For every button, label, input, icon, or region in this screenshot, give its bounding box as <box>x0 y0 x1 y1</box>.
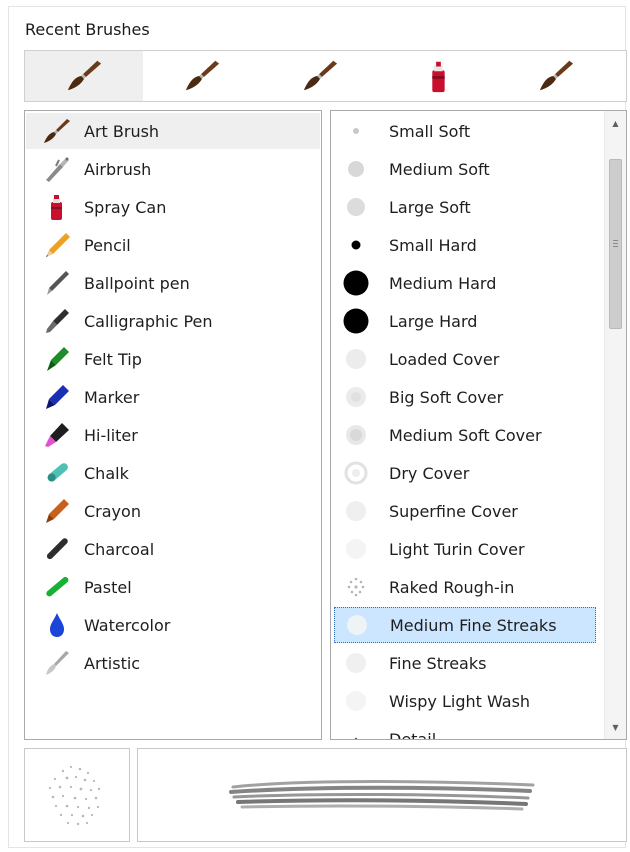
chalk-icon <box>40 456 74 490</box>
category-item-marker[interactable]: Marker <box>26 379 320 415</box>
brush-tip-preview <box>334 189 378 225</box>
variant-item-large-soft[interactable]: Large Soft <box>334 189 596 225</box>
variant-item-large-hard[interactable]: Large Hard <box>334 303 596 339</box>
variant-item-superfine-cover[interactable]: Superfine Cover <box>334 493 596 529</box>
variant-item-wispy-light-wash[interactable]: Wispy Light Wash <box>334 683 596 719</box>
art-brush-icon <box>40 114 74 148</box>
brush-tip-preview <box>334 721 378 739</box>
brush-tip-preview <box>334 341 378 377</box>
scroll-thumb[interactable] <box>609 159 622 329</box>
brush-tip-preview <box>334 645 378 681</box>
brush-tip-preview <box>334 303 378 339</box>
brush-tip-preview <box>335 607 379 643</box>
category-item-chalk[interactable]: Chalk <box>26 455 320 491</box>
calligraphic-pen-icon <box>40 304 74 338</box>
brush-tip-preview <box>334 113 378 149</box>
brush-tip-preview <box>334 151 378 187</box>
brush-tip-preview <box>334 227 378 263</box>
variant-item-small-hard[interactable]: Small Hard <box>334 227 596 263</box>
scroll-down-icon[interactable]: ▼ <box>605 717 626 737</box>
category-item-watercolor[interactable]: Watercolor <box>26 607 320 643</box>
art-brush-icon <box>185 60 220 91</box>
category-item-calligraphic-pen[interactable]: Calligraphic Pen <box>26 303 320 339</box>
variant-item-loaded-cover[interactable]: Loaded Cover <box>334 341 596 377</box>
category-item-spray-can[interactable]: Spray Can <box>26 189 320 225</box>
variant-item-fine-streaks[interactable]: Fine Streaks <box>334 645 596 681</box>
brush-tip-preview <box>334 417 378 453</box>
hi-liter-icon <box>40 418 74 452</box>
brush-tip-preview <box>334 265 378 301</box>
variant-item-dry-cover[interactable]: Dry Cover <box>334 455 596 491</box>
crayon-icon <box>40 494 74 528</box>
variant-item-medium-fine-streaks[interactable]: Medium Fine Streaks <box>334 607 596 643</box>
brush-tip-preview-pane <box>24 748 130 842</box>
ballpoint-pen-icon <box>40 266 74 300</box>
category-item-artistic[interactable]: Artistic <box>26 645 320 681</box>
brush-stroke-preview-pane <box>137 748 627 842</box>
recent-brush-slot[interactable] <box>497 51 615 101</box>
variant-item-medium-hard[interactable]: Medium Hard <box>334 265 596 301</box>
brush-category-list[interactable]: Art Brush Airbrush Spray Can Pencil Ball… <box>24 110 322 740</box>
brush-tip-preview <box>334 683 378 719</box>
recent-brush-slot[interactable] <box>379 51 497 101</box>
category-item-felt-tip[interactable]: Felt Tip <box>26 341 320 377</box>
brush-tip-preview <box>334 455 378 491</box>
brush-tip-preview <box>334 531 378 567</box>
category-item-pencil[interactable]: Pencil <box>26 227 320 263</box>
category-item-ballpoint-pen[interactable]: Ballpoint pen <box>26 265 320 301</box>
category-item-hi-liter[interactable]: Hi-liter <box>26 417 320 453</box>
variant-item-medium-soft-cover[interactable]: Medium Soft Cover <box>334 417 596 453</box>
pencil-icon <box>40 228 74 262</box>
variant-item-raked-rough-in[interactable]: Raked Rough-in <box>334 569 596 605</box>
art-brush-icon <box>539 60 574 91</box>
brush-tip-preview <box>334 493 378 529</box>
category-item-airbrush[interactable]: Airbrush <box>26 151 320 187</box>
charcoal-icon <box>40 532 74 566</box>
recent-brushes-bar <box>24 50 627 102</box>
category-item-charcoal[interactable]: Charcoal <box>26 531 320 567</box>
felt-tip-icon <box>40 342 74 376</box>
variant-scrollbar[interactable]: ▲ ▼ <box>604 111 626 739</box>
variant-item-light-turin-cover[interactable]: Light Turin Cover <box>334 531 596 567</box>
recent-brush-slot[interactable] <box>143 51 261 101</box>
variant-item-detail[interactable]: Detail <box>334 721 596 739</box>
airbrush-icon <box>40 152 74 186</box>
variant-item-medium-soft[interactable]: Medium Soft <box>334 151 596 187</box>
recent-brushes-title: Recent Brushes <box>25 20 150 39</box>
category-item-crayon[interactable]: Crayon <box>26 493 320 529</box>
brush-variant-list[interactable]: Small Soft Medium Soft Large Soft Small … <box>330 110 627 740</box>
category-item-art-brush[interactable]: Art Brush <box>26 113 320 149</box>
art-brush-icon <box>67 60 102 91</box>
grip-icon <box>613 240 618 249</box>
marker-icon <box>40 380 74 414</box>
spray-can-icon <box>432 61 445 93</box>
brush-tip-preview <box>334 569 378 605</box>
artistic-icon <box>40 646 74 680</box>
category-item-pastel[interactable]: Pastel <box>26 569 320 605</box>
brush-stroke-preview <box>229 780 535 811</box>
recent-brush-slot[interactable] <box>25 51 143 101</box>
recent-brush-slot[interactable] <box>261 51 379 101</box>
art-brush-icon <box>303 60 338 91</box>
variant-item-big-soft-cover[interactable]: Big Soft Cover <box>334 379 596 415</box>
pastel-icon <box>40 570 74 604</box>
variant-item-small-soft[interactable]: Small Soft <box>334 113 596 149</box>
brush-dab-preview <box>48 765 101 826</box>
watercolor-icon <box>40 608 74 642</box>
scroll-up-icon[interactable]: ▲ <box>605 113 626 133</box>
brush-tip-preview <box>334 379 378 415</box>
spray-can-icon <box>40 190 74 224</box>
